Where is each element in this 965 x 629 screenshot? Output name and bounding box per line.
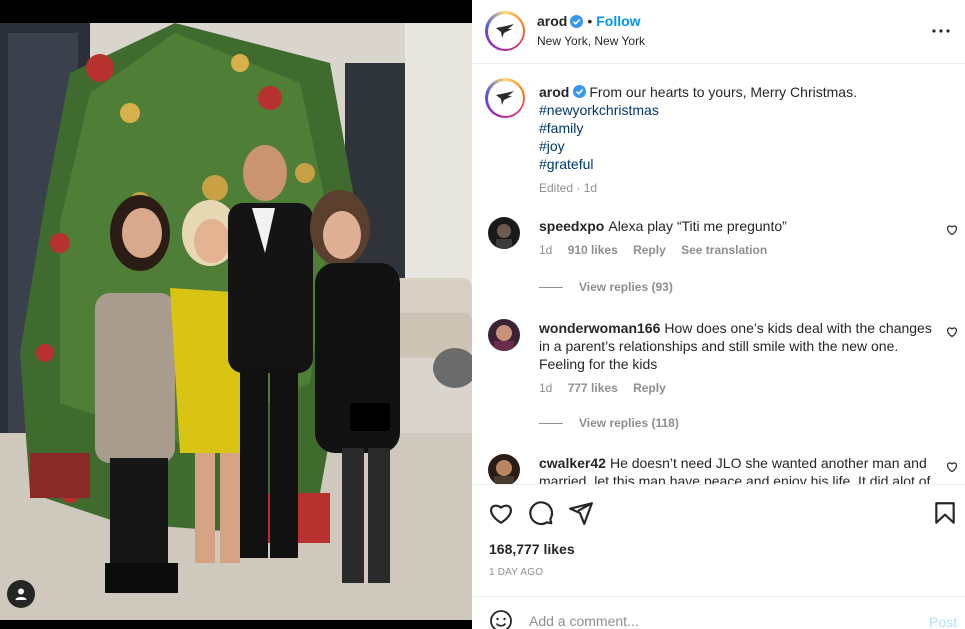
author-avatar[interactable] bbox=[485, 11, 525, 51]
comment-box: Post bbox=[472, 596, 965, 629]
comment-like-icon[interactable] bbox=[946, 224, 958, 236]
post-header: arod • Follow New York, New York bbox=[472, 0, 965, 64]
bookmark-icon[interactable] bbox=[932, 500, 958, 526]
emoji-icon[interactable] bbox=[489, 609, 513, 629]
photo-bottom-bar bbox=[0, 620, 472, 629]
comment-text: Alexa play “Titi me pregunto” bbox=[608, 218, 787, 234]
hashtag-link[interactable]: #joy bbox=[539, 137, 939, 155]
hashtag-link[interactable]: #family bbox=[539, 119, 939, 137]
commenter-avatar[interactable] bbox=[488, 217, 520, 249]
comment-body: cwalker42 He doesn’t need JLO she wanted … bbox=[539, 454, 935, 484]
view-replies-button[interactable]: View replies (118) bbox=[539, 416, 679, 430]
see-translation-button[interactable]: See translation bbox=[681, 243, 767, 257]
comment-username[interactable]: speedxpo bbox=[539, 218, 604, 234]
reply-button[interactable]: Reply bbox=[633, 381, 666, 395]
more-options-button[interactable] bbox=[929, 22, 953, 40]
caption-avatar[interactable] bbox=[485, 78, 525, 118]
post-details-pane: arod • Follow New York, New York arod Fr… bbox=[472, 0, 965, 629]
commenter-avatar[interactable] bbox=[488, 319, 520, 351]
comment-icon[interactable] bbox=[528, 500, 554, 526]
comments-area[interactable]: arod From our hearts to yours, Merry Chri… bbox=[472, 64, 965, 484]
view-replies-button[interactable]: View replies (93) bbox=[539, 280, 673, 294]
comment-like-icon[interactable] bbox=[946, 326, 958, 338]
comment-input[interactable] bbox=[529, 613, 909, 629]
likes-count[interactable]: 168,777 likes bbox=[489, 541, 575, 557]
comment-time: 1d bbox=[539, 243, 553, 257]
verified-icon bbox=[570, 14, 584, 28]
verified-icon bbox=[573, 85, 587, 98]
more-options-icon bbox=[932, 29, 950, 33]
hashtag-link[interactable]: #grateful bbox=[539, 155, 939, 173]
header-separator: • bbox=[587, 13, 593, 29]
comment-like-icon[interactable] bbox=[946, 461, 958, 473]
comment-meta: 1d 910 likes Reply See translation bbox=[539, 241, 935, 259]
reply-button[interactable]: Reply bbox=[633, 243, 666, 257]
comment-likes[interactable]: 777 likes bbox=[568, 381, 618, 395]
view-replies-label: View replies (118) bbox=[579, 416, 679, 430]
user-tag-icon bbox=[15, 588, 27, 600]
commenter-avatar[interactable] bbox=[488, 454, 520, 484]
heart-icon[interactable] bbox=[488, 500, 514, 526]
share-icon[interactable] bbox=[568, 500, 594, 526]
avatar-logo-icon bbox=[496, 24, 514, 38]
comment-likes[interactable]: 910 likes bbox=[568, 243, 618, 257]
post-button[interactable]: Post bbox=[929, 614, 957, 629]
caption-text: From our hearts to yours, Merry Christma… bbox=[589, 84, 857, 100]
caption-edited: Edited · 1d bbox=[539, 181, 598, 195]
caption: arod From our hearts to yours, Merry Chri… bbox=[539, 83, 939, 197]
actions-area: 168,777 likes 1 DAY AGO bbox=[472, 484, 965, 596]
author-username[interactable]: arod bbox=[537, 13, 567, 29]
comment-username[interactable]: wonderwoman166 bbox=[539, 320, 660, 336]
comment-time: 1d bbox=[539, 381, 553, 395]
caption-username[interactable]: arod bbox=[539, 84, 569, 100]
post-date: 1 DAY AGO bbox=[489, 567, 544, 578]
post-photo[interactable] bbox=[0, 23, 472, 620]
avatar-logo-icon bbox=[496, 91, 514, 105]
hashtag-link[interactable]: #newyorkchristmas bbox=[539, 101, 939, 119]
comment-body: wonderwoman166 How does one’s kids deal w… bbox=[539, 319, 935, 397]
photo-top-bar bbox=[0, 0, 472, 23]
user-tag-button[interactable] bbox=[7, 580, 35, 608]
view-replies-label: View replies (93) bbox=[579, 280, 673, 294]
comment-username[interactable]: cwalker42 bbox=[539, 455, 606, 471]
photo-pane bbox=[0, 0, 472, 629]
comment-meta: 1d 777 likes Reply bbox=[539, 379, 935, 397]
follow-button[interactable]: Follow bbox=[596, 13, 640, 29]
comment-body: speedxpo Alexa play “Titi me pregunto” 1d… bbox=[539, 217, 935, 259]
post-location[interactable]: New York, New York bbox=[537, 34, 645, 48]
